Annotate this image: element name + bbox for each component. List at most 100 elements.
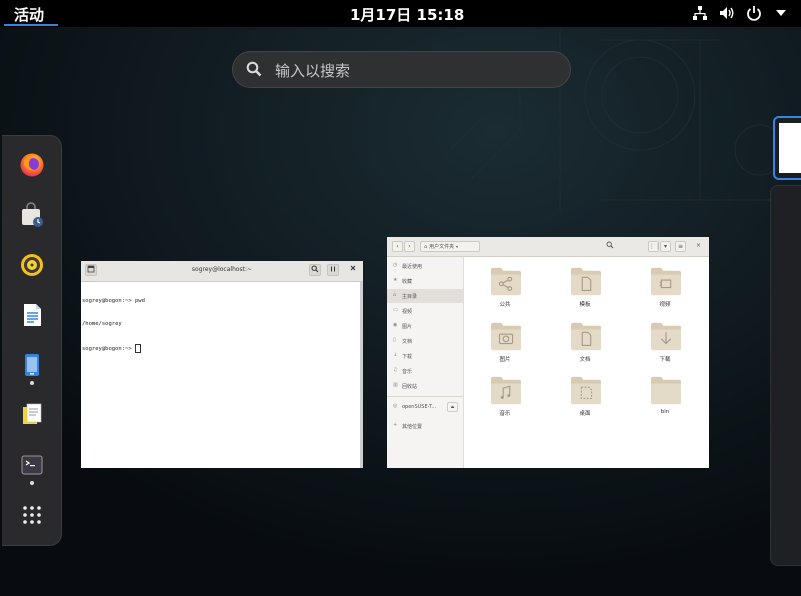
folder-label: 桌面 (579, 411, 591, 417)
folder-icon (570, 375, 602, 405)
menu-icon[interactable]: ≡ (675, 241, 686, 252)
terminal-line: sogrey@bogon:~> pwd (82, 298, 145, 305)
folder-icon (490, 321, 522, 351)
firefox-icon[interactable] (15, 148, 49, 182)
terminal-line: sogrey@bogon:~> (82, 343, 145, 354)
terminal-line: /home/sogrey (82, 320, 122, 327)
path-bar[interactable]: ⌂ 用户文件夹 ▾ (420, 241, 480, 252)
folder-item[interactable]: 音乐 (485, 373, 525, 421)
writer-icon[interactable] (15, 298, 49, 332)
power-icon[interactable] (742, 3, 766, 23)
plus-icon: + (393, 422, 398, 428)
home-icon: ⌂ (393, 292, 397, 298)
show-applications-icon[interactable] (15, 498, 49, 532)
close-icon[interactable]: × (693, 241, 704, 252)
terminal-window[interactable]: sogrey@localhost:~ sogrey@bogon:~> pwd /… (81, 261, 363, 468)
sidebar-item-music[interactable]: ♫ 音乐 (387, 364, 463, 378)
software-icon[interactable] (15, 198, 49, 232)
chevron-down-icon: ▾ (456, 244, 459, 249)
text-editor-icon[interactable] (15, 398, 49, 432)
music-icon: ♫ (393, 367, 398, 373)
menu-icon[interactable] (327, 264, 339, 276)
disc-icon: ◎ (393, 403, 398, 409)
system-tray[interactable] (685, 3, 793, 23)
sidebar-divider (387, 396, 463, 397)
eject-icon[interactable]: ⏏ (447, 402, 458, 412)
activities-indicator (4, 24, 58, 26)
workspace-selector[interactable] (770, 185, 801, 566)
close-icon[interactable] (347, 264, 359, 276)
dash (2, 135, 62, 546)
terminal-output[interactable]: sogrey@bogon:~> pwd /home/sogrey sogrey@… (82, 283, 145, 369)
files-app-icon[interactable] (15, 348, 49, 382)
folder-label: 下载 (659, 357, 671, 363)
folder-item[interactable]: bin (645, 373, 685, 421)
folder-label: 图片 (499, 357, 511, 363)
activities-button[interactable]: 活动 (2, 0, 58, 27)
sidebar-item-home[interactable]: ⌂ 主目录 (387, 289, 463, 303)
sidebar-item-documents[interactable]: ▯ 文档 (387, 334, 463, 348)
folder-icon (490, 375, 522, 405)
home-icon: ⌂ (424, 244, 428, 250)
path-label: 用户文件夹 (429, 244, 455, 250)
folder-item[interactable]: 桌面 (565, 373, 605, 421)
network-icon[interactable] (688, 3, 712, 23)
folder-icon (490, 266, 522, 296)
sidebar-item-opensuse-drive[interactable]: ◎ openSUSE-T... ⏏ (387, 400, 463, 414)
folder-icon (650, 375, 682, 405)
chevron-down-icon[interactable]: ▾ (660, 241, 671, 252)
back-icon[interactable]: ‹ (392, 241, 403, 252)
sidebar-item-trash[interactable]: ▥ 回收站 (387, 379, 463, 393)
running-indicator (30, 381, 34, 385)
sidebar-item-other-locations[interactable]: + 其他位置 (387, 419, 463, 433)
terminal-prompt: sogrey@bogon:~> (82, 345, 135, 352)
folder-label: 模板 (579, 302, 591, 308)
document-icon: ▯ (393, 337, 396, 343)
workspace-thumbnail[interactable] (773, 116, 801, 180)
folder-label: 视频 (659, 302, 671, 308)
download-icon: ↓ (393, 352, 398, 358)
trash-icon: ▥ (393, 382, 398, 388)
files-sidebar: ◷ 最近使用 ★ 收藏 ⌂ 主目录 ▭ 视频 ◉ 图片 ▯ 文档 ↓ 下载 ♫ 音乐 ▥ 回收站 … (387, 257, 464, 468)
star-icon: ★ (393, 277, 398, 283)
camera-icon: ◉ (393, 322, 398, 328)
search-icon (246, 61, 262, 81)
terminal-scrollbar[interactable] (360, 282, 363, 468)
folder-item[interactable]: 图片 (485, 319, 525, 367)
terminal-header-bar: sogrey@localhost:~ (81, 261, 363, 282)
files-window[interactable]: ‹ › ⌂ 用户文件夹 ▾ ⋮⋮ ▾ ≡ × ◷ 最近使用 ★ 收藏 ⌂ 主目录 ▭ 视… (387, 237, 709, 468)
sidebar-item-videos[interactable]: ▭ 视频 (387, 304, 463, 318)
rhythmbox-icon[interactable] (15, 248, 49, 282)
terminal-cursor (134, 343, 141, 353)
forward-icon[interactable]: › (404, 241, 415, 252)
sidebar-item-starred[interactable]: ★ 收藏 (387, 274, 463, 288)
volume-icon[interactable] (715, 3, 739, 23)
search-icon[interactable] (309, 264, 321, 276)
folder-label: 音乐 (499, 411, 511, 417)
search-icon[interactable] (604, 241, 615, 252)
system-menu-arrow-icon[interactable] (769, 3, 793, 23)
search-bar[interactable] (232, 51, 571, 88)
view-options-icon[interactable]: ⋮⋮ (648, 241, 661, 252)
folder-icon (570, 321, 602, 351)
folder-label: 公共 (499, 302, 511, 308)
folder-item[interactable]: 视频 (645, 264, 685, 312)
sidebar-item-downloads[interactable]: ↓ 下载 (387, 349, 463, 363)
activities-label: 活动 (14, 6, 45, 24)
sidebar-item-pictures[interactable]: ◉ 图片 (387, 319, 463, 333)
video-icon: ▭ (393, 307, 398, 313)
clock-icon: ◷ (393, 262, 398, 268)
clock[interactable]: 1月17日 15:18 (350, 4, 464, 25)
top-bar: 活动 1月17日 15:18 (0, 0, 801, 27)
search-input[interactable] (273, 58, 557, 84)
terminal-icon[interactable] (15, 448, 49, 482)
folder-label: 文档 (579, 357, 591, 363)
folder-icon (650, 266, 682, 296)
files-header-bar: ‹ › ⌂ 用户文件夹 ▾ ⋮⋮ ▾ ≡ × (387, 237, 709, 257)
sidebar-item-recent[interactable]: ◷ 最近使用 (387, 259, 463, 273)
folder-item[interactable]: 文档 (565, 319, 605, 367)
folder-label: bin (660, 409, 670, 415)
folder-item[interactable]: 公共 (485, 264, 525, 312)
folder-item[interactable]: 下载 (645, 319, 685, 367)
folder-item[interactable]: 模板 (565, 264, 605, 312)
